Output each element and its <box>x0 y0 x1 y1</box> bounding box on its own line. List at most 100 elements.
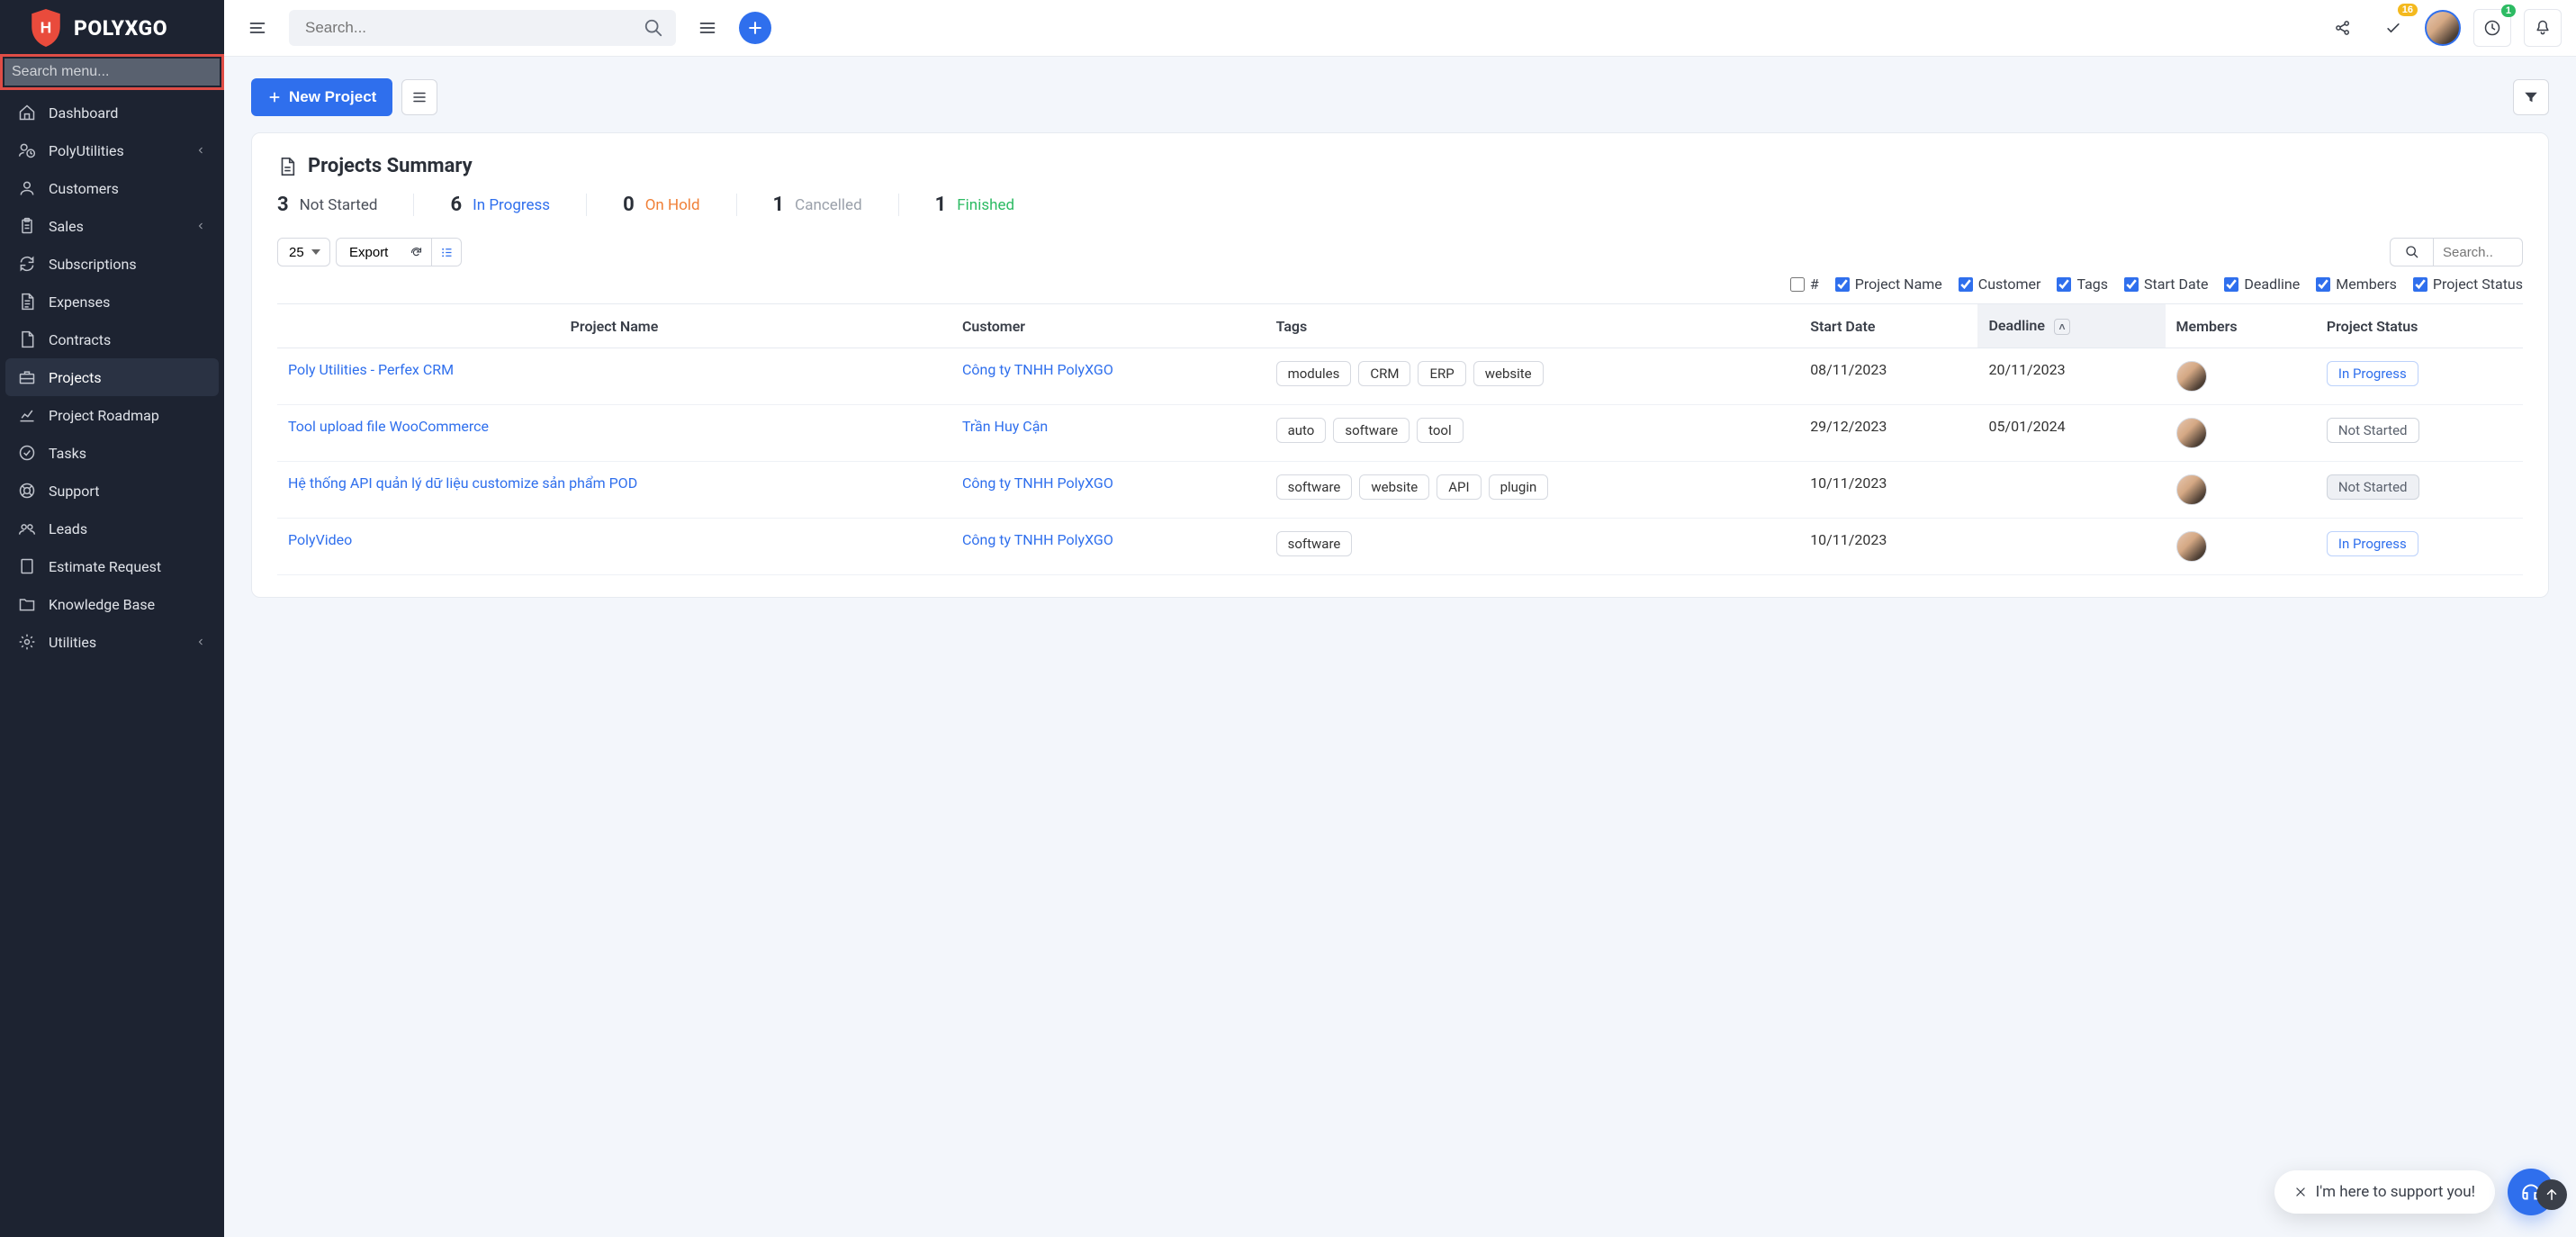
tag[interactable]: ERP <box>1418 361 1465 386</box>
col-toggle[interactable]: # <box>1790 275 1819 293</box>
sidebar-item-leads[interactable]: Leads <box>5 510 219 547</box>
summary-stat[interactable]: 0 On Hold <box>623 194 736 216</box>
sidebar-item-estimate-request[interactable]: Estimate Request <box>5 547 219 585</box>
tag[interactable]: auto <box>1276 418 1327 443</box>
sidebar-item-expenses[interactable]: Expenses <box>5 283 219 321</box>
sidebar-item-label: Subscriptions <box>49 256 137 273</box>
tag[interactable]: API <box>1437 474 1481 500</box>
export-button[interactable]: Export <box>336 238 401 266</box>
col-toggle-checkbox[interactable] <box>1959 277 1973 292</box>
table-row: Tool upload file WooCommerce Trần Huy Cậ… <box>277 405 2523 462</box>
col-start[interactable]: Start Date <box>1799 304 1977 348</box>
table-search-button[interactable] <box>2390 238 2433 266</box>
tag[interactable]: software <box>1333 418 1410 443</box>
status-badge[interactable]: In Progress <box>2327 531 2418 556</box>
bell-button[interactable] <box>2524 9 2562 47</box>
sidebar-item-contracts[interactable]: Contracts <box>5 321 219 358</box>
tag[interactable]: website <box>1473 361 1544 386</box>
col-status[interactable]: Project Status <box>2316 304 2523 348</box>
project-link[interactable]: Tool upload file WooCommerce <box>288 418 489 435</box>
folder-icon <box>18 595 36 613</box>
sidebar-item-project-roadmap[interactable]: Project Roadmap <box>5 396 219 434</box>
tag[interactable]: website <box>1359 474 1429 500</box>
sidebar-toggle-button[interactable] <box>239 9 276 47</box>
user-avatar[interactable] <box>2425 10 2461 46</box>
tag[interactable]: CRM <box>1358 361 1410 386</box>
col-toggle[interactable]: Project Name <box>1835 275 1942 293</box>
sidebar-item-subscriptions[interactable]: Subscriptions <box>5 245 219 283</box>
project-link[interactable]: PolyVideo <box>288 531 352 548</box>
clock-button[interactable]: 1 <box>2473 9 2511 47</box>
sidebar-item-dashboard[interactable]: Dashboard <box>5 94 219 131</box>
close-icon[interactable] <box>2294 1186 2307 1198</box>
list-view-button[interactable] <box>401 79 437 115</box>
col-toggle-checkbox[interactable] <box>2413 277 2427 292</box>
plus-icon <box>746 19 764 37</box>
col-toggle-checkbox[interactable] <box>1790 277 1805 292</box>
page-size-select[interactable]: 25 <box>277 238 330 266</box>
customer-link[interactable]: Trần Huy Cận <box>962 418 1048 435</box>
status-badge[interactable]: Not Started <box>2327 474 2419 500</box>
col-customer[interactable]: Customer <box>951 304 1265 348</box>
customer-link[interactable]: Công ty TNHH PolyXGO <box>962 361 1113 378</box>
sidebar-item-customers[interactable]: Customers <box>5 169 219 207</box>
col-toggle[interactable]: Tags <box>2057 275 2108 293</box>
tag[interactable]: software <box>1276 531 1353 556</box>
col-toggle[interactable]: Customer <box>1959 275 2041 293</box>
col-toggle-checkbox[interactable] <box>2316 277 2330 292</box>
tasks-notif-button[interactable]: 16 <box>2374 9 2412 47</box>
sidebar-item-polyutilities[interactable]: PolyUtilities <box>5 131 219 169</box>
tags-cell: autosoftware tool <box>1276 418 1789 443</box>
sidebar-item-utilities[interactable]: Utilities <box>5 623 219 661</box>
col-toggle-checkbox[interactable] <box>2224 277 2238 292</box>
col-toggle[interactable]: Project Status <box>2413 275 2523 293</box>
status-badge[interactable]: In Progress <box>2327 361 2418 386</box>
col-toggle[interactable]: Deadline <box>2224 275 2300 293</box>
sidebar-item-label: Projects <box>49 369 102 386</box>
member-avatar[interactable] <box>2176 531 2207 562</box>
summary-stat[interactable]: 1 Cancelled <box>773 194 899 216</box>
col-members[interactable]: Members <box>2166 304 2316 348</box>
scroll-top-button[interactable] <box>2536 1179 2567 1210</box>
sidebar-item-sales[interactable]: Sales <box>5 207 219 245</box>
member-avatar[interactable] <box>2176 361 2207 392</box>
col-toggle-checkbox[interactable] <box>1835 277 1850 292</box>
summary-stat[interactable]: 6 In Progress <box>450 194 587 216</box>
col-toggle-checkbox[interactable] <box>2124 277 2139 292</box>
col-toggle[interactable]: Members <box>2316 275 2397 293</box>
member-avatar[interactable] <box>2176 474 2207 505</box>
status-badge[interactable]: Not Started <box>2327 418 2419 443</box>
customer-link[interactable]: Công ty TNHH PolyXGO <box>962 474 1113 492</box>
sidebar-item-tasks[interactable]: Tasks <box>5 434 219 472</box>
share-button[interactable] <box>2324 9 2362 47</box>
refresh-button[interactable] <box>401 238 431 266</box>
tag[interactable]: plugin <box>1489 474 1549 500</box>
member-avatar[interactable] <box>2176 418 2207 448</box>
columns-button[interactable] <box>431 238 462 266</box>
filter-button[interactable] <box>2513 79 2549 115</box>
project-link[interactable]: Poly Utilities - Perfex CRM <box>288 361 454 378</box>
table-search-input[interactable] <box>2433 238 2523 266</box>
summary-stat[interactable]: 3 Not Started <box>277 194 414 216</box>
col-tags[interactable]: Tags <box>1265 304 1800 348</box>
col-toggle-checkbox[interactable] <box>2057 277 2071 292</box>
sidebar-item-projects[interactable]: Projects <box>5 358 219 396</box>
chat-bubble[interactable]: I'm here to support you! <box>2274 1170 2495 1214</box>
menu-search-input[interactable] <box>5 59 220 86</box>
tag[interactable]: software <box>1276 474 1353 500</box>
brand-logo[interactable]: H POLYXGO <box>0 0 224 54</box>
project-link[interactable]: Hệ thống API quản lý dữ liệu customize s… <box>288 474 637 492</box>
col-project[interactable]: Project Name <box>277 304 951 348</box>
tag[interactable]: tool <box>1417 418 1464 443</box>
col-toggle[interactable]: Start Date <box>2124 275 2208 293</box>
tag[interactable]: modules <box>1276 361 1352 386</box>
summary-stat[interactable]: 1 Finished <box>935 194 1050 216</box>
col-deadline[interactable]: Deadline ˄ <box>1977 304 2165 348</box>
global-search-input[interactable] <box>289 10 676 46</box>
customer-link[interactable]: Công ty TNHH PolyXGO <box>962 531 1113 548</box>
new-project-button[interactable]: New Project <box>251 78 392 116</box>
list-toggle-button[interactable] <box>689 9 726 47</box>
sidebar-item-knowledge-base[interactable]: Knowledge Base <box>5 585 219 623</box>
quick-add-button[interactable] <box>739 12 771 44</box>
sidebar-item-support[interactable]: Support <box>5 472 219 510</box>
